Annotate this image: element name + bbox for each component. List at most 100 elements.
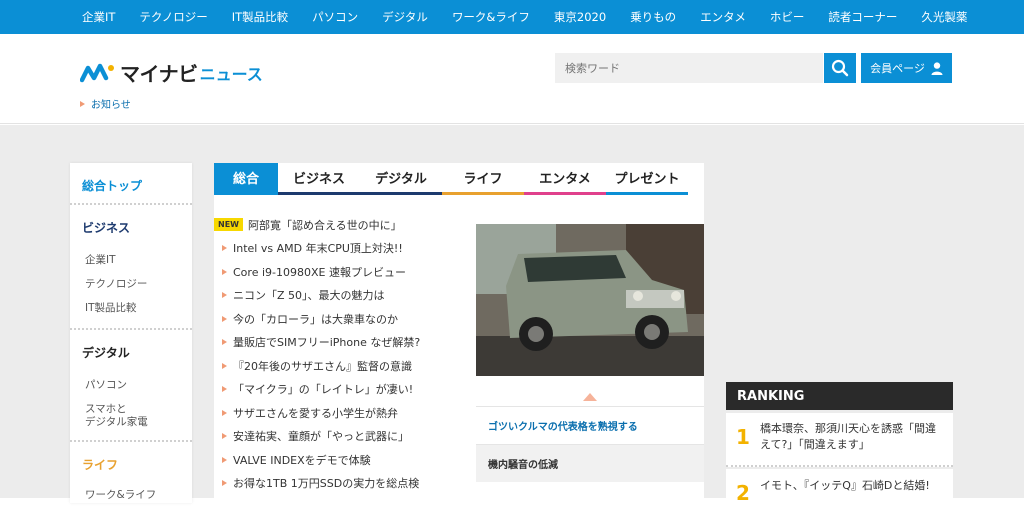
arrow-right-icon xyxy=(80,100,85,107)
sidebar-item-pc[interactable]: パソコン xyxy=(70,379,192,392)
arrow-right-icon xyxy=(222,339,227,346)
news-list: NEW 阿部寛「認め合える世の中に」 Intel vs AMD 年末CPU頂上対… xyxy=(214,213,464,495)
sidebar-section-business: ビジネス 企業IT テクノロジー IT製品比較 xyxy=(70,205,192,330)
top-nav-link-work-life[interactable]: ワーク&ライフ xyxy=(452,9,530,25)
news-title: 安達祐実、童顔が「やっと武器に」 xyxy=(233,430,409,444)
feature-item[interactable]: ゴツいクルマの代表格を熟視する xyxy=(476,406,704,444)
content-area: 総合トップ ビジネス 企業IT テクノロジー IT製品比較 デジタル パソコン … xyxy=(0,125,1024,509)
notice-label: お知らせ xyxy=(91,100,131,111)
arrow-right-icon xyxy=(222,433,227,440)
logo-subtext: ニュース xyxy=(199,64,263,84)
news-title: 今の「カローラ」は大衆車なのか xyxy=(233,312,398,326)
news-item[interactable]: Core i9-10980XE 速報プレビュー xyxy=(214,260,464,284)
ranking-text-line: 橋本環奈、那須川天心を誘惑「間違 xyxy=(760,422,936,435)
ranking-header: RANKING xyxy=(726,382,953,410)
top-nav-link-pc[interactable]: パソコン xyxy=(312,9,358,25)
arrow-right-icon xyxy=(222,245,227,252)
search-button[interactable] xyxy=(824,53,856,83)
ranking-number: 1 xyxy=(736,425,750,449)
news-item[interactable]: 今の「カローラ」は大衆車なのか xyxy=(214,307,464,331)
news-item[interactable]: 「マイクラ」の「レイトレ」が凄い! xyxy=(214,378,464,402)
arrow-right-icon xyxy=(222,409,227,416)
top-nav-link-entertainment[interactable]: エンタメ xyxy=(700,9,746,25)
member-page-button[interactable]: 会員ページ xyxy=(861,53,952,83)
arrow-right-icon xyxy=(222,456,227,463)
news-title: 『20年後のサザエさん』監督の意識 xyxy=(233,359,412,373)
arrow-right-icon xyxy=(222,386,227,393)
tab-business[interactable]: ビジネス xyxy=(278,163,360,195)
sidebar-section-digital: デジタル パソコン スマホと デジタル家電 xyxy=(70,330,192,442)
member-page-label: 会員ページ xyxy=(870,62,925,75)
news-item[interactable]: 『20年後のサザエさん』監督の意識 xyxy=(214,354,464,378)
top-nav-link-enterprise-it[interactable]: 企業IT xyxy=(82,9,115,25)
arrow-right-icon xyxy=(222,480,227,487)
search-input[interactable] xyxy=(555,53,823,83)
sidebar-section-top: 総合トップ xyxy=(70,163,192,205)
top-nav-link-vehicles[interactable]: 乗りもの xyxy=(630,9,676,25)
notice-link[interactable]: お知らせ xyxy=(80,96,131,111)
top-nav-link-it-products[interactable]: IT製品比較 xyxy=(232,9,288,25)
feature-item[interactable]: 機内騒音の低減 xyxy=(476,444,704,482)
tab-general[interactable]: 総合 xyxy=(214,163,278,195)
logo-text: マイナビ xyxy=(120,62,198,86)
news-title: サザエさんを愛する小学生が熱弁 xyxy=(233,406,398,420)
logo-mark-icon xyxy=(80,63,114,82)
sidebar-head-business[interactable]: ビジネス xyxy=(70,205,192,236)
sidebar-item-technology[interactable]: テクノロジー xyxy=(70,278,192,291)
top-nav-link-technology[interactable]: テクノロジー xyxy=(139,9,207,25)
sidebar-head-digital[interactable]: デジタル xyxy=(70,330,192,361)
ranking-text-line: えて?」「間違えます」 xyxy=(760,438,870,451)
news-item[interactable]: NEW 阿部寛「認め合える世の中に」 xyxy=(214,213,464,237)
site-logo[interactable]: マイナビ ニュース xyxy=(80,58,263,87)
sidebar-item-work-life[interactable]: ワーク&ライフ xyxy=(70,489,192,502)
tab-present[interactable]: プレゼント xyxy=(606,163,688,195)
news-item[interactable]: お得な1TB 1万円SSDの実力を総点検 xyxy=(214,472,464,496)
sidebar-item-smartphone[interactable]: スマホと xyxy=(70,403,192,416)
main-panel: 総合 ビジネス デジタル ライフ エンタメ プレゼント NEW 阿部寛「認め合え… xyxy=(214,163,704,503)
news-item[interactable]: 安達祐実、童顔が「やっと武器に」 xyxy=(214,425,464,449)
sidebar-item-it-products[interactable]: IT製品比較 xyxy=(70,302,192,315)
news-item[interactable]: サザエさんを愛する小学生が熱弁 xyxy=(214,401,464,425)
ranking-text-line: イモト、『イッテQ』石崎Dと結婚! xyxy=(760,479,930,492)
ranking-text: 橋本環奈、那須川天心を誘惑「間違 えて?」「間違えます」 xyxy=(760,413,936,465)
top-nav-link-reader-corner[interactable]: 読者コーナー xyxy=(828,9,897,25)
news-title: 「マイクラ」の「レイトレ」が凄い! xyxy=(233,383,414,397)
new-badge: NEW xyxy=(214,218,243,232)
suv-photo-image xyxy=(476,224,704,376)
news-title: ニコン「Z 50」、最大の魅力は xyxy=(233,289,385,303)
news-item[interactable]: ニコン「Z 50」、最大の魅力は xyxy=(214,284,464,308)
tab-digital[interactable]: デジタル xyxy=(360,163,442,195)
arrow-right-icon xyxy=(222,362,227,369)
caret-up-icon[interactable] xyxy=(583,393,597,401)
top-nav-link-digital[interactable]: デジタル xyxy=(382,9,428,25)
category-sidebar: 総合トップ ビジネス 企業IT テクノロジー IT製品比較 デジタル パソコン … xyxy=(70,163,192,503)
sidebar-item-enterprise-it[interactable]: 企業IT xyxy=(70,254,192,267)
arrow-right-icon xyxy=(222,292,227,299)
news-item[interactable]: 量販店でSIMフリーiPhone なぜ解禁? xyxy=(214,331,464,355)
ranking-item[interactable]: 1 橋本環奈、那須川天心を誘惑「間違 えて?」「間違えます」 xyxy=(726,413,953,467)
news-title: 量販店でSIMフリーiPhone なぜ解禁? xyxy=(233,336,421,350)
news-title: VALVE INDEXをデモで体験 xyxy=(233,453,371,467)
category-tabs: 総合 ビジネス デジタル ライフ エンタメ プレゼント xyxy=(214,163,704,195)
news-title: 阿部寛「認め合える世の中に」 xyxy=(247,218,402,232)
tab-entertainment[interactable]: エンタメ xyxy=(524,163,606,195)
news-item[interactable]: VALVE INDEXをデモで体験 xyxy=(214,448,464,472)
news-title: お得な1TB 1万円SSDの実力を総点検 xyxy=(233,477,420,491)
sidebar-item-digital-appliances[interactable]: デジタル家電 xyxy=(70,416,192,429)
tab-life[interactable]: ライフ xyxy=(442,163,524,195)
top-nav-link-tokyo2020[interactable]: 東京2020 xyxy=(554,9,606,25)
sidebar-head-life[interactable]: ライフ xyxy=(70,442,192,473)
top-nav-link-hobby[interactable]: ホビー xyxy=(770,9,805,25)
sidebar-section-life: ライフ ワーク&ライフ xyxy=(70,442,192,502)
news-item[interactable]: Intel vs AMD 年末CPU頂上対決!! xyxy=(214,237,464,261)
sidebar-item-top[interactable]: 総合トップ xyxy=(70,163,192,194)
feature-list: ゴツいクルマの代表格を熟視する 機内騒音の低減 xyxy=(476,406,704,482)
news-title: Intel vs AMD 年末CPU頂上対決!! xyxy=(233,242,403,256)
top-nav-link-hisamitsu[interactable]: 久光製薬 xyxy=(921,9,967,25)
featured-photo[interactable] xyxy=(476,224,704,376)
user-icon xyxy=(931,61,943,75)
arrow-right-icon xyxy=(222,315,227,322)
ranking-item[interactable]: 2 イモト、『イッテQ』石崎Dと結婚! xyxy=(726,469,953,509)
news-title: Core i9-10980XE 速報プレビュー xyxy=(233,265,406,279)
site-header: マイナビ ニュース お知らせ 会員ページ xyxy=(0,34,1024,124)
